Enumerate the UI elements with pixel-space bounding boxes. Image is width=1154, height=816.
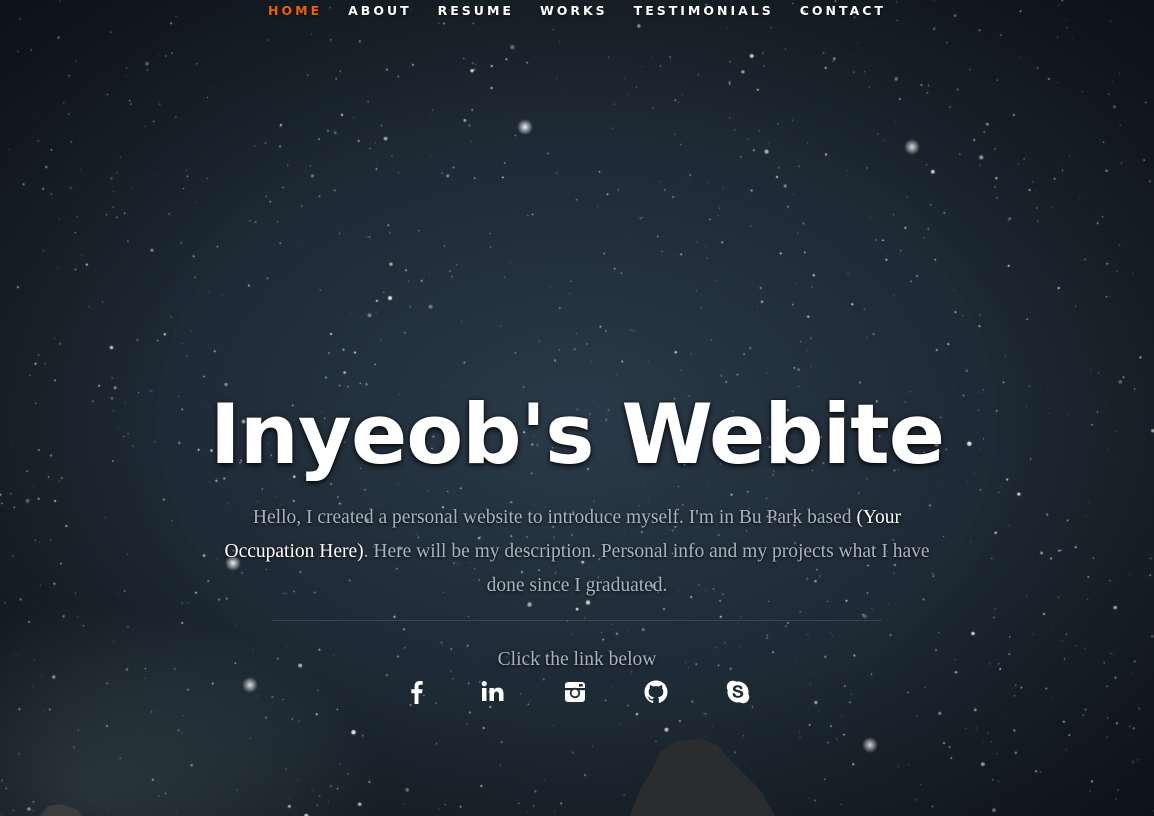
main-nav: HOME ABOUT RESUME WORKS TESTIMONIALS CON…: [0, 0, 1154, 24]
skype-link[interactable]: [724, 678, 752, 706]
intro-text-start: Hello, I created a personal website to i…: [252, 507, 857, 528]
nav-home[interactable]: HOME: [268, 3, 322, 18]
github-icon: [644, 680, 667, 703]
instagram-link[interactable]: [561, 678, 589, 706]
skype-icon: [726, 680, 749, 704]
hero-title: Inyeob's Webite: [209, 386, 945, 483]
facebook-link[interactable]: [403, 678, 431, 706]
nav-testimonials[interactable]: TESTIMONIALS: [634, 3, 774, 18]
hero-divider: [272, 620, 882, 621]
facebook-icon: [410, 681, 423, 704]
nav-works[interactable]: WORKS: [540, 3, 608, 18]
hero-banner: Inyeob's Webite Hello, I created a perso…: [0, 383, 1154, 706]
linkedin-link[interactable]: [479, 678, 507, 706]
hero-intro: Hello, I created a personal website to i…: [222, 501, 932, 603]
hero-cta-text: Click the link below: [497, 649, 657, 670]
github-link[interactable]: [642, 678, 670, 706]
nav-resume[interactable]: RESUME: [438, 3, 514, 18]
linkedin-icon: [481, 681, 503, 701]
instagram-icon: [564, 682, 585, 702]
nav-about[interactable]: ABOUT: [348, 3, 412, 18]
social-links: [0, 678, 1154, 706]
intro-text-end: . Here will be my description. Personal …: [363, 541, 930, 596]
nav-contact[interactable]: CONTACT: [800, 3, 886, 18]
